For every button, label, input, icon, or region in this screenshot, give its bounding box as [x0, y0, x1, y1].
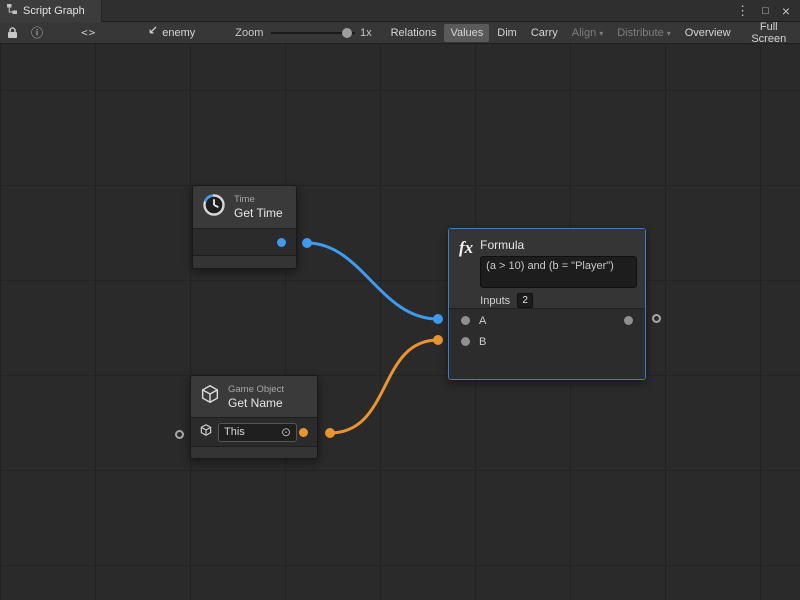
tab-script-graph[interactable]: Script Graph [0, 0, 102, 22]
zoom-value: 1x [360, 27, 372, 39]
tab-title: Script Graph [23, 5, 85, 17]
node-get-name[interactable]: Game Object Get Name This ⊙ [190, 375, 318, 459]
formula-expression-input[interactable]: (a > 10) and (b = "Player") [480, 256, 637, 288]
node-footer [193, 256, 296, 268]
node-title: Formula [480, 238, 637, 252]
node-get-time[interactable]: Time Get Time [192, 185, 297, 269]
input-port-b[interactable] [461, 337, 470, 346]
distribute-dropdown[interactable]: Distribute ▾ [611, 24, 676, 42]
formula-result-port[interactable] [652, 314, 661, 323]
inputs-label: Inputs [480, 295, 510, 307]
node-title: Get Name [228, 396, 284, 410]
port-a-label: A [479, 315, 486, 327]
info-icon[interactable]: ⓘ [31, 24, 43, 41]
overview-button[interactable]: Overview [679, 24, 737, 42]
zoom-slider[interactable] [271, 22, 355, 44]
carry-button[interactable]: Carry [525, 24, 564, 42]
wire-endpoint[interactable] [433, 314, 443, 324]
node-ports: This ⊙ [191, 418, 317, 447]
wire-endpoint[interactable] [325, 428, 335, 438]
clock-icon [201, 192, 227, 223]
node-ports [193, 229, 296, 256]
gettime-output-port[interactable] [277, 238, 286, 247]
values-button[interactable]: Values [444, 24, 489, 42]
cube-icon [199, 383, 221, 410]
align-dropdown[interactable]: Align ▾ [566, 24, 609, 42]
formula-fx-icon: fx [459, 239, 473, 308]
graph-canvas[interactable]: Time Get Time fx Formula (a > 10) and (b… [0, 44, 800, 600]
getname-output-port[interactable] [299, 428, 308, 437]
node-header: Time Get Time [193, 186, 296, 229]
cube-icon [199, 423, 213, 442]
graph-pointer-icon [146, 25, 158, 40]
wire-getname-to-formula[interactable] [330, 340, 438, 433]
code-icon[interactable]: <> [81, 26, 96, 39]
getname-target-input-port[interactable] [175, 430, 184, 439]
wires-layer [0, 44, 800, 600]
node-ports: A B [449, 308, 645, 379]
target-value: This [224, 426, 245, 438]
graph-name: enemy [162, 27, 195, 39]
node-category: Time [234, 194, 283, 206]
chevron-down-icon: ▾ [667, 29, 671, 38]
wire-gettime-to-formula[interactable] [307, 243, 438, 319]
zoom-slider-handle[interactable] [342, 28, 352, 38]
node-header: fx Formula (a > 10) and (b = "Player") I… [449, 229, 645, 308]
formula-output-port[interactable] [624, 316, 633, 325]
script-graph-icon [6, 3, 18, 18]
port-row-a: A [449, 310, 645, 331]
zoom-label: Zoom [235, 27, 263, 39]
graph-toolbar: ⓘ <> enemy Zoom 1x Relations Values Dim … [0, 22, 800, 44]
node-title: Get Time [234, 206, 283, 220]
titlebar: Script Graph ⋮ □ × [0, 0, 800, 22]
relations-button[interactable]: Relations [385, 24, 443, 42]
lock-icon[interactable] [7, 27, 18, 39]
target-object-dropdown[interactable]: This ⊙ [218, 423, 297, 442]
fullscreen-button[interactable]: Full Screen [739, 18, 799, 48]
align-label: Align [572, 27, 596, 39]
object-picker-icon[interactable]: ⊙ [281, 426, 291, 438]
port-row-b: B [449, 331, 645, 352]
node-header: Game Object Get Name [191, 376, 317, 418]
chevron-down-icon: ▾ [599, 29, 603, 38]
wire-endpoint[interactable] [433, 335, 443, 345]
node-category: Game Object [228, 384, 284, 396]
node-formula[interactable]: fx Formula (a > 10) and (b = "Player") I… [448, 228, 646, 380]
dim-button[interactable]: Dim [491, 24, 523, 42]
port-b-label: B [479, 336, 486, 348]
distribute-label: Distribute [617, 27, 663, 39]
graph-breadcrumb[interactable]: enemy [146, 25, 195, 40]
wire-endpoint[interactable] [302, 238, 312, 248]
node-footer [191, 447, 317, 458]
input-port-a[interactable] [461, 316, 470, 325]
inputs-count-input[interactable]: 2 [517, 293, 533, 308]
